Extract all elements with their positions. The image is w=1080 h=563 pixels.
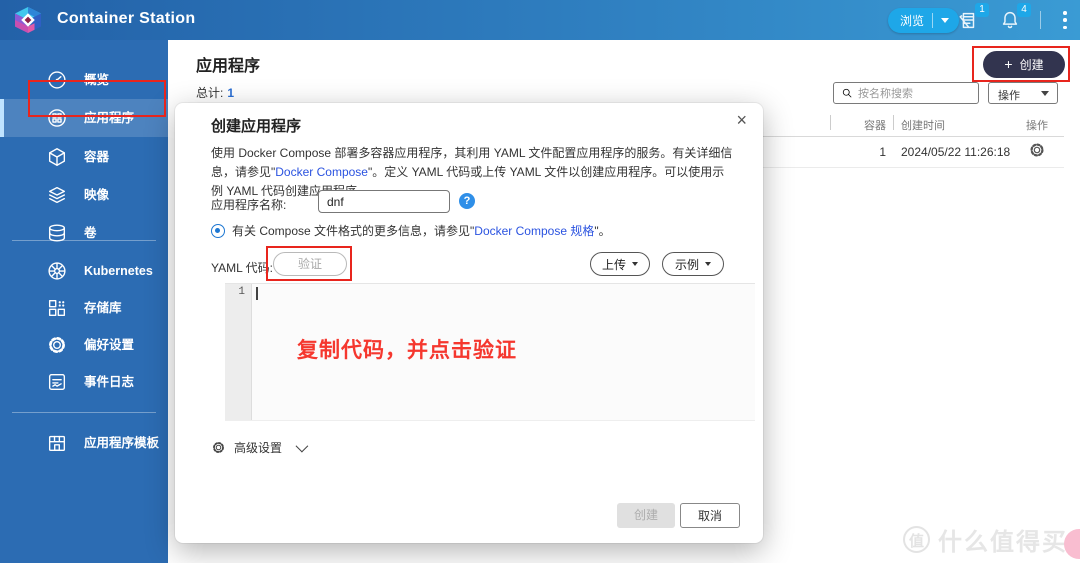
browse-button[interactable]: 浏览 [888, 8, 960, 33]
watermark-badge: 值 [903, 526, 930, 553]
notifications-badge: 4 [1017, 3, 1031, 17]
create-button[interactable]: + 创建 [983, 51, 1065, 78]
sidebar-divider [12, 412, 156, 413]
table-header-created[interactable]: 创建时间 [901, 117, 945, 133]
column-divider [830, 115, 831, 130]
notifications-button[interactable]: 4 [999, 3, 1031, 33]
sidebar-item-overview[interactable]: 概览 [0, 61, 168, 99]
text-cursor [256, 287, 258, 300]
column-divider [893, 115, 894, 130]
line-number: 1 [238, 286, 245, 298]
watermark: 值 什么值得买 [903, 522, 1068, 557]
yaml-code-editor[interactable]: 1 复制代码，并点击验证 [225, 283, 755, 421]
dialog-description: 使用 Docker Compose 部署多容器应用程序，其利用 YAML 文件配… [211, 146, 733, 198]
total-value: 1 [227, 86, 235, 100]
docker-compose-link[interactable]: Docker Compose [275, 165, 368, 179]
tasks-badge: 1 [975, 3, 989, 17]
upload-button[interactable]: 上传 [590, 252, 650, 276]
row-actions-button[interactable] [1028, 141, 1046, 159]
dialog-title: 创建应用程序 [211, 118, 302, 135]
row-created-time: 2024/05/22 11:26:18 [901, 145, 1011, 159]
app-name-label: 应用程序名称: [211, 198, 287, 212]
sample-button[interactable]: 示例 [662, 252, 724, 276]
gear-icon [46, 334, 68, 356]
compose-info-note: 有关 Compose 文件格式的更多信息，请参见" Docker Compose … [211, 222, 611, 239]
editor-gutter: 1 [225, 284, 252, 420]
chevron-down-icon [1041, 91, 1049, 96]
close-icon[interactable]: × [736, 109, 747, 131]
sidebar-item-preferences[interactable]: 偏好设置 [0, 326, 168, 364]
app-name-input[interactable] [318, 190, 450, 213]
app-title: Container Station [57, 10, 196, 27]
table-header-containers[interactable]: 容器 [840, 117, 886, 133]
background-tasks-button[interactable]: 1 [957, 3, 989, 33]
page-title: 应用程序 [196, 58, 261, 75]
gauge-icon [46, 69, 68, 91]
plus-icon: + [1004, 56, 1013, 72]
create-application-dialog: 创建应用程序 × 使用 Docker Compose 部署多容器应用程序，其利用… [175, 103, 763, 543]
advanced-settings-toggle[interactable]: 高级设置 [211, 439, 309, 456]
validate-button[interactable]: 验证 [273, 252, 347, 276]
watermark-text: 什么值得买 [938, 529, 1068, 556]
wheel-icon [46, 260, 68, 282]
container-station-logo [15, 7, 41, 33]
sidebar-item-volumes[interactable]: 卷 [0, 214, 168, 252]
top-bar: Container Station 浏览 1 4 [0, 0, 1080, 40]
search-input[interactable]: 按名称搜索 [833, 82, 979, 104]
apps-icon [46, 107, 68, 129]
sidebar-item-applications[interactable]: 应用程序 [0, 99, 168, 137]
template-icon [46, 432, 68, 454]
chevron-down-icon [941, 18, 950, 23]
sidebar-item-images[interactable]: 映像 [0, 176, 168, 214]
log-icon [46, 371, 68, 393]
sidebar-item-app-templates[interactable]: 应用程序模板 [0, 424, 168, 462]
help-icon[interactable]: ? [459, 193, 475, 209]
search-placeholder: 按名称搜索 [858, 88, 913, 100]
sidebar-item-kubernetes[interactable]: Kubernetes [0, 252, 168, 290]
sidebar-item-event-logs[interactable]: 事件日志 [0, 363, 168, 401]
chevron-down-icon [705, 262, 711, 266]
sidebar-item-registries[interactable]: 存储库 [0, 289, 168, 327]
dialog-create-button[interactable]: 创建 [617, 503, 675, 528]
sidebar-item-containers[interactable]: 容器 [0, 138, 168, 176]
dialog-cancel-button[interactable]: 取消 [680, 503, 740, 528]
search-icon [841, 87, 853, 99]
gear-icon [211, 440, 226, 455]
yaml-code-label: YAML 代码: [211, 261, 274, 275]
topbar-divider [1040, 11, 1041, 29]
info-icon [211, 223, 225, 238]
more-options-button[interactable] [1058, 11, 1072, 29]
container-station-window: Container Station 浏览 1 4 概览 应用程序 容器 映像 卷… [0, 0, 1080, 563]
chevron-down-icon [295, 439, 309, 453]
browse-button-label: 浏览 [900, 14, 925, 28]
gear-icon [1028, 141, 1046, 159]
annotation-text: 复制代码，并点击验证 [297, 339, 517, 362]
sidebar-divider [12, 240, 156, 241]
cube-icon [46, 146, 68, 168]
layers-icon [46, 184, 68, 206]
table-header-actions: 操作 [1026, 120, 1048, 132]
action-dropdown[interactable]: 操作 [988, 82, 1058, 104]
browse-caret[interactable] [933, 18, 959, 23]
sidebar: 概览 应用程序 容器 映像 卷 Kubernetes 存储库 偏好设置 事件日志… [0, 40, 168, 563]
chevron-down-icon [632, 262, 638, 266]
total-count: 总计: 1 [196, 86, 235, 100]
compose-spec-link[interactable]: Docker Compose 规格 [474, 222, 594, 239]
row-containers-count: 1 [879, 145, 886, 159]
registry-icon [46, 297, 68, 319]
